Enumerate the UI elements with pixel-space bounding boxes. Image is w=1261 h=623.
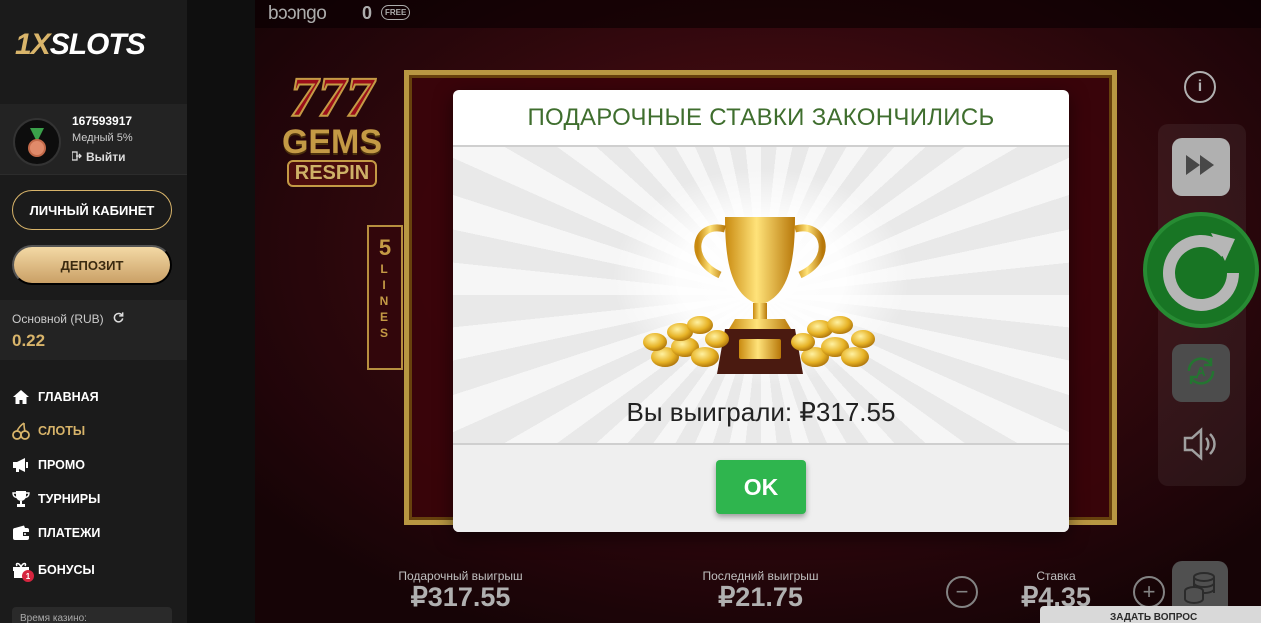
logout-label: Выйти [86,150,126,164]
logout-link[interactable]: Выйти [71,150,126,164]
home-icon [12,388,30,406]
avatar[interactable] [13,118,61,166]
logout-icon [71,150,82,164]
modal-body: Вы выиграли: ₽317.55 [453,147,1069,445]
sidebar-item-tournaments[interactable]: ТУРНИРЫ [12,482,100,516]
sidebar-item-label: БОНУСЫ [38,563,95,577]
casino-time-label: Время казино: [12,607,172,623]
sidebar-item-label: ПРОМО [38,458,86,472]
modal-title: ПОДАРОЧНЫЕ СТАВКИ ЗАКОНЧИЛИСЬ [453,90,1069,147]
balance-label: Основной (RUB) [12,311,125,327]
sidebar: 1XSLOTS 167593917 Медный 5% Выйти ЛИЧНЫЙ… [0,0,187,623]
sidebar-item-bonuses[interactable]: 1 БОНУСЫ [12,550,100,590]
medal-icon [28,139,46,157]
wallet-icon [12,524,30,542]
trophy-icon [635,207,885,392]
bonus-count-badge: 1 [22,570,34,582]
trophy-icon [12,490,30,508]
game-area: bɔɔngo 0 FREE 777 GEMS RESPIN 5 LINES i [187,0,1261,623]
balance-block [0,300,187,360]
balance-value: 0.22 [12,331,46,350]
sidebar-item-promo[interactable]: ПРОМО [12,448,100,482]
site-logo[interactable]: 1XSLOTS [15,28,146,62]
user-level: Медный 5% [72,132,133,144]
user-id: 167593917 [72,114,133,128]
divider [0,174,187,175]
cherries-icon [12,422,30,440]
sidebar-item-label: ПЛАТЕЖИ [38,526,101,540]
sidebar-item-label: ГЛАВНАЯ [38,390,99,404]
gift-bets-ended-modal: ПОДАРОЧНЫЕ СТАВКИ ЗАКОНЧИЛИСЬ Вы выиграл… [453,90,1069,532]
sidebar-item-payments[interactable]: ПЛАТЕЖИ [12,516,100,550]
ok-button[interactable]: OK [716,460,806,514]
deposit-button[interactable]: ДЕПОЗИТ [12,245,172,285]
sidebar-nav: ГЛАВНАЯ СЛОТЫ ПРОМО ТУРНИРЫ ПЛАТЕЖИ 1 БО… [12,380,100,590]
refresh-icon[interactable] [112,311,125,327]
sidebar-item-home[interactable]: ГЛАВНАЯ [12,380,100,414]
gift-icon: 1 [12,561,34,582]
modal-footer: OK [453,445,1069,532]
win-amount-text: Вы выиграли: ₽317.55 [626,397,896,427]
sidebar-item-slots[interactable]: СЛОТЫ [12,414,100,448]
sidebar-item-label: ТУРНИРЫ [38,492,101,506]
personal-cabinet-button[interactable]: ЛИЧНЫЙ КАБИНЕТ [12,190,172,230]
megaphone-icon [12,456,30,474]
sidebar-item-label: СЛОТЫ [38,424,86,438]
